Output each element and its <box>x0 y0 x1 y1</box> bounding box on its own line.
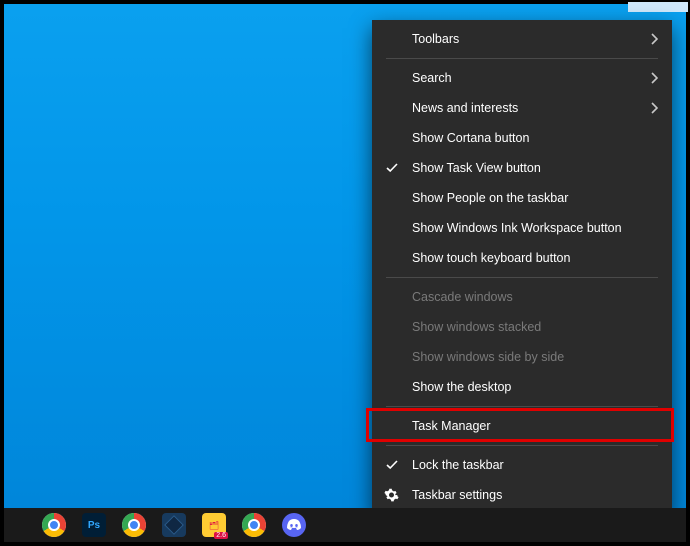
menu-item-label: Show touch keyboard button <box>412 251 570 265</box>
menu-item-label: Task Manager <box>412 419 491 433</box>
menu-item-label: Show Windows Ink Workspace button <box>412 221 622 235</box>
virtualbox-icon[interactable] <box>162 513 186 537</box>
menu-item-label: Cascade windows <box>412 290 513 304</box>
menu-item-label: Toolbars <box>412 32 459 46</box>
menu-item-show-desktop[interactable]: Show the desktop <box>372 372 672 402</box>
check-icon <box>386 162 398 174</box>
chevron-right-icon <box>650 33 658 45</box>
menu-item-sidebyside: Show windows side by side <box>372 342 672 372</box>
menu-item-label: Show Task View button <box>412 161 541 175</box>
menu-item-label: News and interests <box>412 101 518 115</box>
menu-item-lock-taskbar[interactable]: Lock the taskbar <box>372 450 672 480</box>
chrome-canary-icon[interactable] <box>122 513 146 537</box>
menu-item-show-cortana[interactable]: Show Cortana button <box>372 123 672 153</box>
discord-icon[interactable] <box>282 513 306 537</box>
filemanager-badge: 2.6 <box>214 532 228 539</box>
background-window-edge <box>628 2 688 12</box>
photoshop-icon[interactable]: Ps <box>82 513 106 537</box>
desktop[interactable]: Toolbars Search News and interests Show Cor… <box>4 4 686 542</box>
taskbar[interactable]: Ps 🗂2.6 <box>4 508 686 542</box>
photoshop-label: Ps <box>88 520 100 531</box>
menu-separator <box>386 58 658 59</box>
menu-item-show-ink[interactable]: Show Windows Ink Workspace button <box>372 213 672 243</box>
menu-item-label: Show People on the taskbar <box>412 191 568 205</box>
chrome-2-icon[interactable] <box>242 513 266 537</box>
menu-item-show-people[interactable]: Show People on the taskbar <box>372 183 672 213</box>
menu-separator <box>386 277 658 278</box>
menu-item-toolbars[interactable]: Toolbars <box>372 24 672 54</box>
menu-item-stacked: Show windows stacked <box>372 312 672 342</box>
menu-item-show-touchkb[interactable]: Show touch keyboard button <box>372 243 672 273</box>
taskbar-context-menu: Toolbars Search News and interests Show Cor… <box>372 20 672 514</box>
filemanager-icon[interactable]: 🗂2.6 <box>202 513 226 537</box>
screenshot-frame: Toolbars Search News and interests Show Cor… <box>0 0 690 546</box>
chevron-right-icon <box>650 102 658 114</box>
menu-item-label: Show Cortana button <box>412 131 529 145</box>
menu-item-label: Show windows stacked <box>412 320 541 334</box>
menu-item-task-manager[interactable]: Task Manager <box>372 411 672 441</box>
menu-item-label: Show windows side by side <box>412 350 564 364</box>
chevron-right-icon <box>650 72 658 84</box>
menu-item-news[interactable]: News and interests <box>372 93 672 123</box>
gear-icon <box>384 488 399 503</box>
menu-item-show-taskview[interactable]: Show Task View button <box>372 153 672 183</box>
menu-item-label: Taskbar settings <box>412 488 502 502</box>
menu-item-label: Search <box>412 71 452 85</box>
menu-item-search[interactable]: Search <box>372 63 672 93</box>
check-icon <box>386 459 398 471</box>
menu-separator <box>386 406 658 407</box>
chrome-icon[interactable] <box>42 513 66 537</box>
menu-item-label: Show the desktop <box>412 380 511 394</box>
menu-item-cascade: Cascade windows <box>372 282 672 312</box>
menu-item-taskbar-settings[interactable]: Taskbar settings <box>372 480 672 510</box>
menu-item-label: Lock the taskbar <box>412 458 504 472</box>
menu-separator <box>386 445 658 446</box>
